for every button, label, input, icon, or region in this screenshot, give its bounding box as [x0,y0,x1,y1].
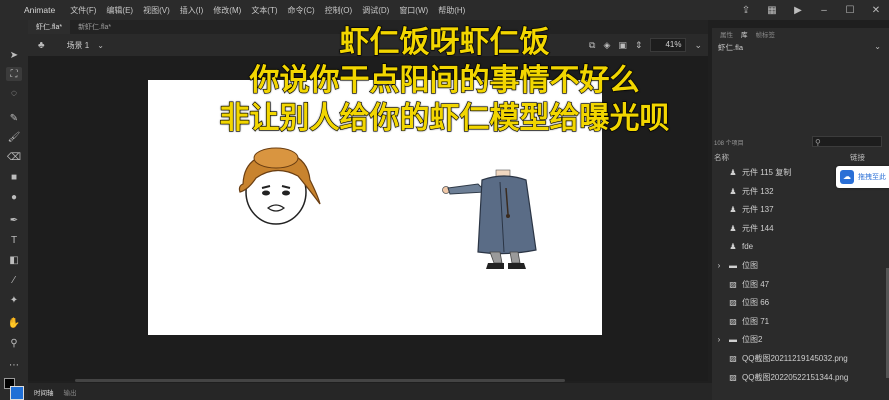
library-item[interactable]: ▨ QQ截图20220522151344.png [712,370,889,385]
popup-label: 拖拽至此 [858,174,886,181]
library-search-input[interactable]: ⚲ [812,136,882,147]
zoom-tool-icon[interactable]: ⚲ [6,336,22,350]
symbol-icon: ♟ [729,205,737,215]
library-item-label: 元件 132 [742,186,774,196]
menu-modify[interactable]: 修改(M) [208,5,246,16]
menu-debug[interactable]: 调试(D) [357,5,394,16]
meme-face-character[interactable] [238,147,321,225]
horizontal-scrollbar[interactable] [75,379,565,382]
cloud-icon: ☁ [840,170,854,184]
share-icon[interactable]: ⇪ [733,5,759,16]
library-item-label: QQ截图20211219145032.png [742,354,848,363]
window-controls: ⇪ ▦ ▶ – ☐ ✕ [733,0,889,20]
bitmap-icon: ▨ [729,372,737,382]
subtitle-line-1: 虾仁饭呀虾仁饭 [339,24,550,60]
symbol-icon: ♟ [729,168,737,177]
menu-file[interactable]: 文件(F) [65,5,101,16]
close-button[interactable]: ✕ [863,5,889,16]
library-item-label: fde [742,242,754,252]
library-item-label: 位图2 [742,335,763,345]
library-item[interactable]: ♟ fde [712,239,889,254]
library-item-label: 元件 115 复制 [742,168,792,177]
library-item[interactable]: ▨ 位图 47 [712,277,889,292]
library-item[interactable]: ♟ 元件 144 [712,221,889,236]
eyedropper-tool-icon[interactable]: ⁄ [6,273,22,287]
tab-timeline[interactable]: 时间轴 [34,387,54,397]
subtitle-line-2: 你说你干点阳间的事情不好么 [249,62,640,98]
grid-icon[interactable]: ▦ [759,5,785,16]
play-icon[interactable]: ▶ [785,5,811,16]
hand-tool-icon[interactable]: ✋ [6,316,22,330]
bitmap-icon: ▨ [729,316,737,326]
rectangle-tool-icon[interactable]: ■ [6,170,22,184]
fill-color-swatch[interactable] [10,386,24,400]
folder-icon: ▬ [729,335,737,345]
symbol-icon: ♟ [729,242,737,252]
bitmap-icon: ▨ [729,354,737,363]
drag-drop-popup[interactable]: ☁ 拖拽至此 [836,166,889,188]
library-item-label: QQ截图20220522151344.png [742,372,849,382]
column-linkage-header[interactable]: 链接 [850,152,865,163]
chevron-right-icon[interactable]: › [712,261,726,270]
symbol-icon: ♟ [729,223,737,233]
menu-text[interactable]: 文本(T) [246,5,282,16]
minimize-button[interactable]: – [811,5,837,16]
library-item[interactable]: ▨ QQ截图20211219145032.png [712,351,889,366]
color-swatches[interactable] [4,378,24,400]
column-name-header[interactable]: 名称 [714,152,729,163]
library-item-label: 元件 137 [742,205,774,215]
library-item[interactable]: ▨ 位图 71 [712,314,889,329]
menu-view[interactable]: 视图(V) [138,5,175,16]
chevron-right-icon[interactable]: › [712,335,726,344]
library-item[interactable]: ▨ 位图 66 [712,295,889,310]
eraser-tool-icon[interactable]: ⌫ [6,150,22,164]
tab-output[interactable]: 输出 [64,387,77,397]
robed-figure-character[interactable] [442,169,537,269]
library-item-label: 位图 71 [742,316,770,326]
more-tools-icon[interactable]: ⋯ [6,358,22,372]
menu-help[interactable]: 帮助(H) [433,5,470,16]
bitmap-icon: ▨ [729,298,737,308]
timeline-tabs: 时间轴 输出 [28,383,714,400]
text-tool-icon[interactable]: T [6,233,22,247]
library-item[interactable]: ♟ 元件 137 [712,202,889,217]
menu-bar: Animate 文件(F) 编辑(E) 视图(V) 插入(I) 修改(M) 文本… [0,0,889,20]
subtitle-line-3: 非让别人给你的虾仁模型给曝光呗 [219,100,670,136]
search-icon: ⚲ [815,138,821,147]
menu-control[interactable]: 控制(O) [320,5,358,16]
app-name: Animate [24,5,56,15]
library-item-label: 元件 144 [742,223,774,233]
library-item[interactable]: › ▬ 位图2 [712,332,889,347]
menu-insert[interactable]: 插入(I) [175,5,209,16]
pen-tool-icon[interactable]: ✒ [6,213,22,227]
library-item-label: 位图 [742,261,758,270]
maximize-button[interactable]: ☐ [837,5,863,16]
library-item[interactable]: › ▬ 位图 [712,258,889,273]
paint-bucket-tool-icon[interactable]: ◧ [6,253,22,267]
pin-tool-icon[interactable]: ✦ [6,293,22,307]
library-item-label: 位图 66 [742,298,770,308]
menu-commands[interactable]: 命令(C) [283,5,320,16]
bitmap-icon: ▨ [729,279,737,289]
menu-edit[interactable]: 编辑(E) [101,5,138,16]
library-item-label: 位图 47 [742,279,770,289]
menu-window[interactable]: 窗口(W) [394,5,433,16]
oval-tool-icon[interactable]: ● [6,190,22,204]
symbol-icon: ♟ [729,186,737,196]
folder-icon: ▬ [729,261,737,270]
item-count: 108 个项目 [714,141,744,147]
